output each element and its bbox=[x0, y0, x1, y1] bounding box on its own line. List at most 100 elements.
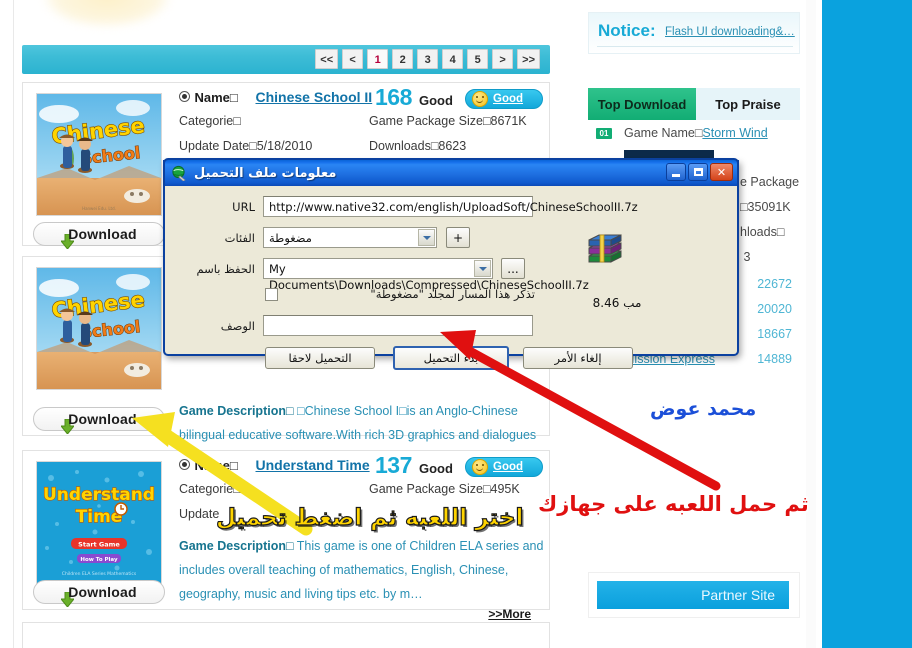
page-2-button[interactable]: 2 bbox=[392, 49, 414, 69]
saveas-combo[interactable]: My Documents\Downloads\Compressed\Chines… bbox=[263, 258, 589, 292]
download-button[interactable]: Download bbox=[33, 580, 165, 607]
game-info: Name□ Understand Time 137 Good Good Cate… bbox=[179, 452, 543, 621]
description-title: Game Description□ bbox=[179, 539, 294, 553]
page-first-button[interactable]: << bbox=[315, 49, 339, 69]
download-button[interactable]: Download bbox=[33, 407, 165, 434]
annotation-red-step: ثم حمل اللعبه على جهازك bbox=[538, 492, 809, 516]
list-item-label: Game Name□Storm Wind bbox=[624, 126, 768, 140]
annotation-yellow-step: اختر اللعبه ثم اضغط تحميل bbox=[215, 504, 524, 531]
list-item-link[interactable]: Storm Wind bbox=[702, 126, 767, 140]
update-date-label: Update Date□5/18/2010 bbox=[179, 139, 313, 153]
page-next-button[interactable]: > bbox=[492, 49, 514, 69]
download-label: Download bbox=[68, 584, 137, 600]
sidebar-tabs: Top Download Top Praise bbox=[588, 88, 800, 120]
notice-box: Notice: Flash UI downloading&… bbox=[588, 12, 800, 54]
screenshot-root: << < 1 2 3 4 5 > >> Chinese School Hanwe… bbox=[0, 0, 912, 648]
annotation-author: محمد عوض bbox=[650, 398, 757, 420]
file-size-label: مب 8.46 bbox=[592, 296, 642, 310]
package-size-label: Game Package Size□495K bbox=[369, 482, 520, 496]
page-5-button[interactable]: 5 bbox=[467, 49, 489, 69]
url-field[interactable]: http://www.native32.com/english/UploadSo… bbox=[263, 196, 638, 217]
select-radio[interactable] bbox=[179, 459, 190, 470]
detail-downloads-text: hloads□ bbox=[740, 225, 785, 239]
description-field[interactable] bbox=[263, 315, 533, 336]
list-item-count: 14889 bbox=[757, 352, 792, 366]
game-meta-row-1: Categorie□ Game Package Size□495K bbox=[179, 482, 541, 507]
smiley-icon bbox=[472, 91, 488, 107]
name-label: Name□ bbox=[194, 90, 238, 105]
rate-good-label: Good bbox=[493, 93, 524, 105]
page-prev-button[interactable]: < bbox=[342, 49, 364, 69]
remember-path-checkbox[interactable] bbox=[265, 288, 278, 301]
game-thumbnail[interactable]: Understand Time Start Game How To Play C… bbox=[36, 461, 162, 584]
select-radio[interactable] bbox=[179, 91, 190, 102]
rate-good-button[interactable]: Good bbox=[465, 457, 543, 477]
svg-text:Children ELA Series Mathemati: Children ELA Series Mathematics bbox=[62, 571, 137, 577]
package-size-label: Game Package Size□8671K bbox=[369, 114, 527, 128]
url-label: URL bbox=[232, 200, 255, 214]
svg-text:Hanwei Edu. Ltd.: Hanwei Edu. Ltd. bbox=[82, 206, 116, 211]
saveas-label: الحفظ باسم bbox=[196, 262, 255, 276]
page-left-edge bbox=[0, 0, 14, 648]
maximize-button[interactable] bbox=[688, 163, 708, 181]
page-4-button[interactable]: 4 bbox=[442, 49, 464, 69]
notice-link[interactable]: Flash UI downloading&… bbox=[665, 26, 795, 38]
more-link[interactable]: >>More bbox=[488, 607, 531, 621]
pagination[interactable]: << < 1 2 3 4 5 > >> bbox=[315, 49, 540, 69]
download-later-button[interactable]: التحميل لاحقا bbox=[265, 347, 375, 369]
score-word: Good bbox=[419, 461, 453, 476]
dialog-title-bar[interactable]: معلومات ملف التحميل ✕ bbox=[163, 158, 739, 186]
game-description: Game Description□ This game is one of Ch… bbox=[179, 534, 549, 606]
categorie-label: Categorie□ bbox=[179, 114, 241, 128]
page-right-blue-band bbox=[822, 0, 912, 648]
game-thumbnail[interactable]: Chinese School bbox=[36, 267, 162, 390]
list-item-count: 20020 bbox=[757, 302, 792, 316]
game-title-row: Name□ Understand Time 137 Good Good bbox=[179, 452, 543, 482]
list-item[interactable]: 01 Game Name□Storm Wind bbox=[588, 124, 800, 149]
rank-badge: 01 bbox=[596, 128, 612, 139]
downloads-label: Downloads□8623 bbox=[369, 139, 467, 153]
page-3-button[interactable]: 3 bbox=[417, 49, 439, 69]
window-controls: ✕ bbox=[666, 163, 733, 181]
idm-globe-icon bbox=[171, 165, 187, 182]
game-title-link[interactable]: Chinese School II bbox=[256, 89, 373, 105]
list-item-prefix: Game Name□ bbox=[624, 126, 703, 140]
detail-size-text: □35091K bbox=[740, 200, 791, 214]
rate-good-label: Good bbox=[493, 461, 524, 473]
description-label: الوصف bbox=[220, 319, 255, 333]
close-icon[interactable]: ✕ bbox=[710, 163, 733, 181]
list-item-count: 22672 bbox=[757, 277, 792, 291]
update-date-label: Update bbox=[179, 507, 220, 521]
score-value: 137 bbox=[375, 452, 412, 478]
categories-combo[interactable]: مضغوطة bbox=[263, 227, 437, 248]
page-1-button[interactable]: 1 bbox=[367, 49, 389, 69]
pagination-bar: << < 1 2 3 4 5 > >> bbox=[22, 45, 550, 74]
chevron-down-icon[interactable] bbox=[474, 260, 491, 277]
notice-divider bbox=[597, 46, 793, 47]
minimize-button[interactable] bbox=[666, 163, 686, 181]
score-value: 168 bbox=[375, 84, 412, 110]
categories-value: مضغوطة bbox=[269, 231, 312, 245]
dialog-title: معلومات ملف التحميل bbox=[194, 165, 337, 181]
page-last-button[interactable]: >> bbox=[517, 49, 540, 69]
list-item-count: 18667 bbox=[757, 327, 792, 341]
add-category-button[interactable]: + bbox=[446, 227, 470, 248]
start-download-button[interactable]: بدء التحميل bbox=[393, 346, 509, 370]
download-button[interactable]: Download bbox=[33, 222, 165, 249]
rate-good-button[interactable]: Good bbox=[465, 89, 543, 109]
partner-site-label: Partner Site bbox=[701, 587, 775, 603]
game-info: Name□ Chinese School II 168 Good Good Ca… bbox=[179, 84, 543, 164]
download-label: Download bbox=[68, 226, 137, 242]
notice-label: Notice: bbox=[598, 21, 656, 40]
partner-site-box: Partner Site bbox=[588, 572, 800, 618]
browse-button[interactable]: ... bbox=[501, 258, 525, 279]
description-title: Game Description□ bbox=[179, 404, 294, 418]
download-label: Download bbox=[68, 411, 137, 427]
game-thumbnail[interactable]: Chinese School bbox=[36, 93, 162, 216]
tab-top-download[interactable]: Top Download bbox=[588, 88, 696, 120]
game-title-link[interactable]: Understand Time bbox=[256, 457, 370, 473]
partner-site-button[interactable]: Partner Site bbox=[597, 581, 789, 609]
tab-top-praise[interactable]: Top Praise bbox=[696, 88, 800, 120]
cancel-button[interactable]: إلغاء الأمر bbox=[523, 347, 633, 369]
chevron-down-icon[interactable] bbox=[418, 229, 435, 246]
